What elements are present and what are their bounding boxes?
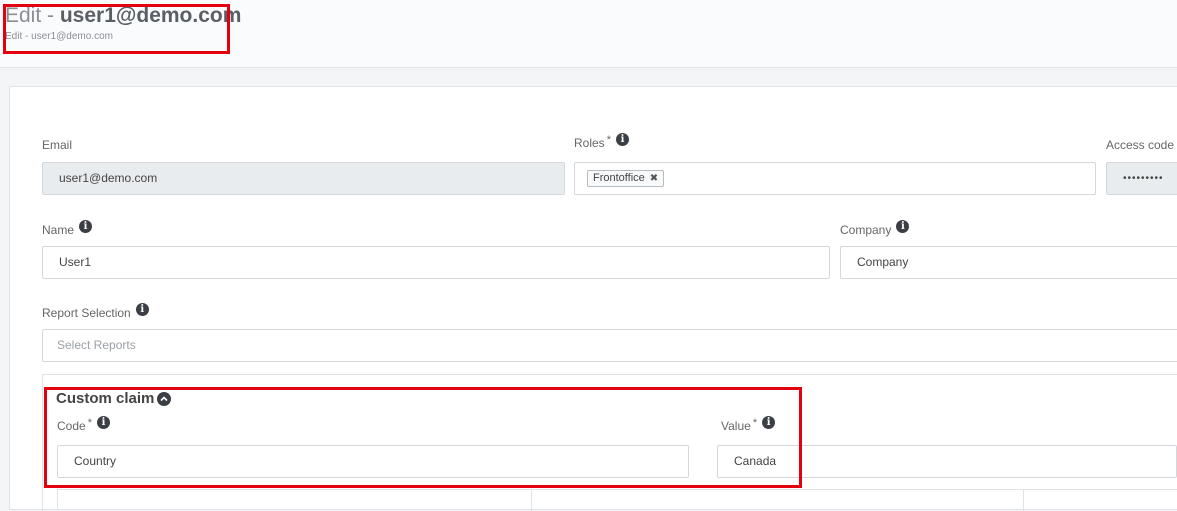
info-icon[interactable]: i xyxy=(96,415,110,429)
code-label: Code * i xyxy=(57,415,110,433)
company-field[interactable]: Company xyxy=(840,246,1177,279)
table-column-divider xyxy=(1023,490,1024,511)
claims-table-header xyxy=(57,489,1177,511)
remove-tag-icon[interactable]: ✖ xyxy=(650,173,658,184)
info-icon[interactable]: i xyxy=(762,415,776,429)
company-label: Company i xyxy=(840,219,910,237)
claim-value-field[interactable]: Canada xyxy=(717,445,1177,478)
email-field[interactable]: user1@demo.com xyxy=(42,162,565,195)
name-label: Name i xyxy=(42,219,93,237)
info-icon[interactable]: i xyxy=(615,132,629,146)
info-icon[interactable]: i xyxy=(135,302,149,316)
role-tag-frontoffice: Frontoffice ✖ xyxy=(587,170,665,187)
access-code-field[interactable]: ••••••••• xyxy=(1106,162,1177,195)
page-header: Edit - user1@demo.com Edit - user1@demo.… xyxy=(0,0,1177,68)
name-field[interactable]: User1 xyxy=(42,246,830,279)
access-code-label: Access code xyxy=(1106,138,1175,152)
report-selection-label: Report Selection i xyxy=(42,302,149,320)
info-icon[interactable]: i xyxy=(896,219,910,233)
custom-claim-title[interactable]: Custom claim xyxy=(56,390,172,407)
email-label: Email xyxy=(42,138,73,152)
chevron-up-icon[interactable] xyxy=(157,391,172,406)
report-select-input[interactable]: Select Reports xyxy=(42,329,1177,362)
claim-code-field[interactable]: Country xyxy=(57,445,689,478)
info-icon[interactable]: i xyxy=(79,219,93,233)
roles-multiselect[interactable]: Frontoffice ✖ xyxy=(574,162,1096,195)
value-label: Value * i xyxy=(721,415,776,433)
title-highlight-box xyxy=(3,4,230,54)
roles-label: Roles * i xyxy=(574,132,629,150)
table-column-divider xyxy=(531,490,532,511)
